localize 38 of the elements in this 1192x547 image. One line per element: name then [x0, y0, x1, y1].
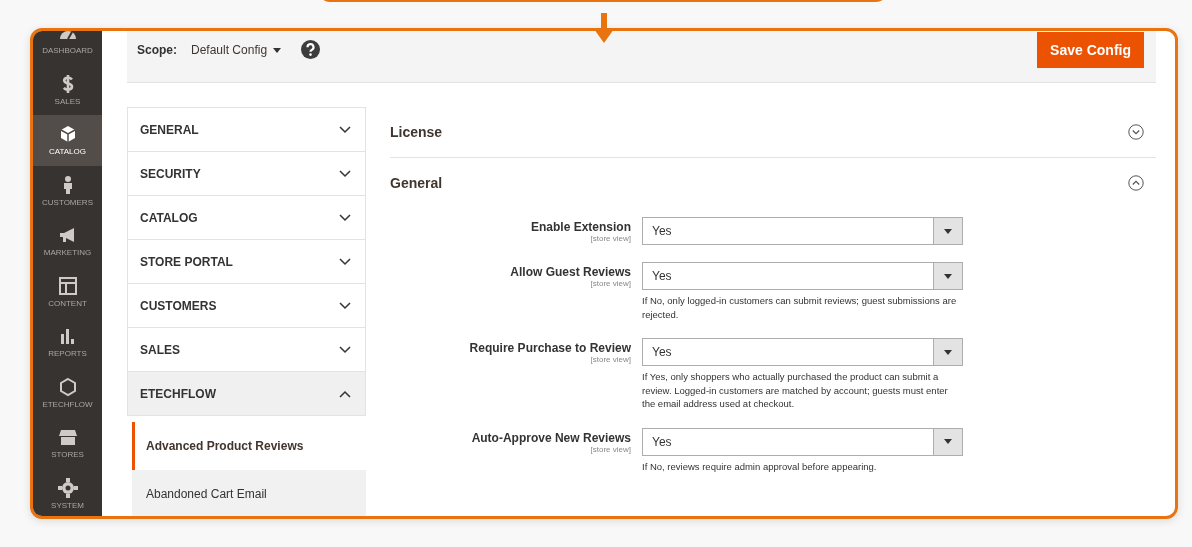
- sidebar-item[interactable]: REPORTS: [33, 317, 102, 368]
- config-subsection-link[interactable]: Abandoned Cart Email: [132, 470, 366, 516]
- field-label: Enable Extension: [530, 220, 631, 234]
- sidebar-item[interactable]: CATALOG: [33, 115, 102, 166]
- field-label: Allow Guest Reviews: [510, 265, 631, 279]
- field-label: Auto-Approve New Reviews: [471, 430, 631, 445]
- config-section-tab[interactable]: CUSTOMERS: [127, 284, 366, 328]
- sidebar-item[interactable]: CONTENT: [33, 266, 102, 317]
- save-config-button[interactable]: Save Config: [1037, 32, 1144, 68]
- scope-label: Scope:: [137, 43, 177, 57]
- select-field[interactable]: Yes: [642, 217, 963, 245]
- sidebar-item[interactable]: SYSTEM: [33, 468, 102, 516]
- sidebar-item[interactable]: CUSTOMERS: [33, 165, 102, 216]
- config-section-tab[interactable]: SECURITY: [127, 152, 366, 196]
- fieldset-header[interactable]: License: [390, 107, 1156, 158]
- config-section-tab[interactable]: GENERAL: [127, 107, 366, 152]
- sidebar-item[interactable]: DASHBOARD: [33, 31, 102, 65]
- field-note: If No, only logged-in customers can submit reviews; guest submissions are rejected.: [642, 294, 958, 321]
- field-note: If Yes, only shoppers who actually purchased the product can submit a review. Logged-in customers are matched by account; guests must enter the email address used at checkout.: [642, 370, 949, 411]
- config-section-tab[interactable]: SALES: [127, 328, 366, 372]
- config-section-tab[interactable]: CATALOG: [127, 196, 366, 240]
- scope-dropdown[interactable]: Default Config: [191, 40, 282, 60]
- fieldset-header[interactable]: General: [390, 158, 1156, 208]
- scope-hint: [store view]: [590, 234, 631, 243]
- sidebar-item[interactable]: STORES: [33, 418, 102, 469]
- select-field[interactable]: Yes: [642, 262, 963, 290]
- select-field[interactable]: Yes: [642, 338, 963, 366]
- sidebar-item[interactable]: MARKETING: [33, 216, 102, 267]
- scope-hint: [store view]: [590, 355, 631, 364]
- select-field[interactable]: Yes: [642, 427, 963, 456]
- sidebar-item[interactable]: ETECHFLOW: [33, 367, 102, 418]
- config-section-tab[interactable]: STORE PORTAL: [127, 240, 366, 284]
- field-note: If No, reviews require admin approval before appearing.: [642, 459, 878, 473]
- field-label: Require Purchase to Review: [469, 341, 631, 355]
- sidebar-item[interactable]: SALES: [33, 64, 102, 115]
- scope-hint: [store view]: [590, 444, 631, 454]
- scope-hint: [store view]: [590, 279, 631, 288]
- config-section-tab[interactable]: ETECHFLOW: [127, 372, 366, 416]
